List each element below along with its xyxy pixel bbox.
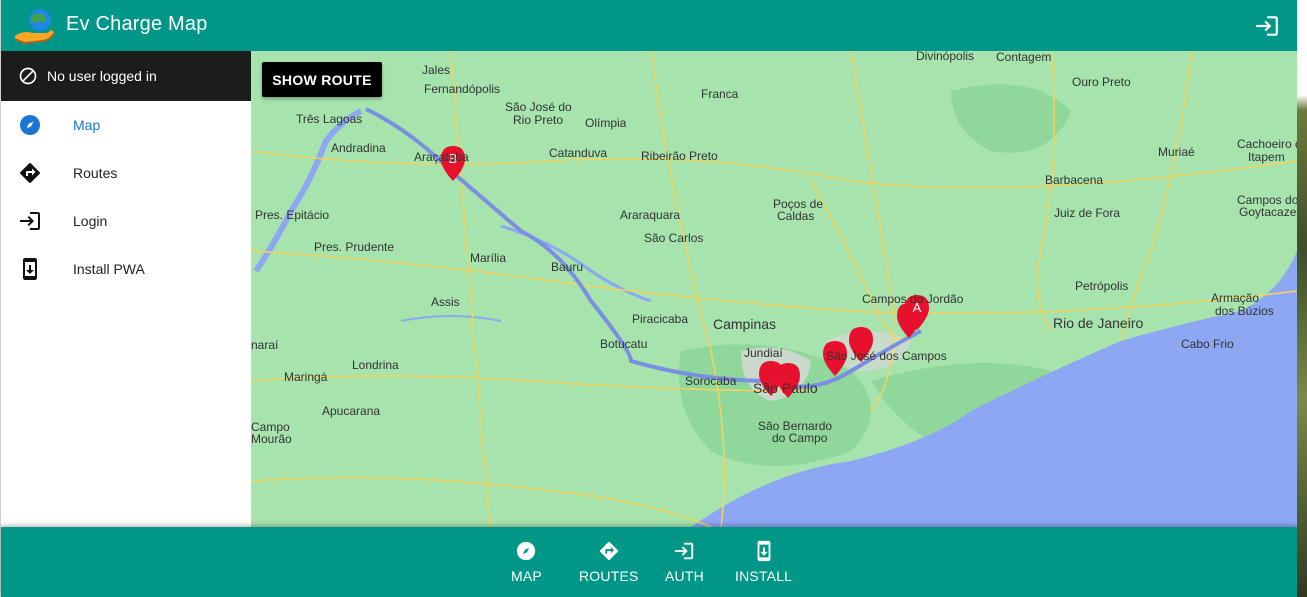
bottom-nav-label: INSTALL bbox=[735, 568, 793, 584]
city-label: Campos do Jordão bbox=[862, 292, 964, 306]
app-window: Ev Charge Map No user logged in Map Rout… bbox=[0, 0, 1297, 597]
bottom-nav: MAP ROUTES AUTH INSTALL bbox=[1, 527, 1297, 597]
city-label: Mourão bbox=[251, 432, 292, 446]
city-label: Apucarana bbox=[322, 404, 380, 418]
app-title: Ev Charge Map bbox=[66, 13, 208, 35]
city-label: Barbacena bbox=[1045, 173, 1103, 187]
bottom-nav-auth[interactable]: AUTH bbox=[665, 540, 704, 584]
sidebar-item-routes[interactable]: Routes bbox=[1, 149, 251, 197]
city-label: Ouro Preto bbox=[1072, 75, 1131, 89]
compass-icon bbox=[517, 541, 536, 561]
city-label: Assis bbox=[431, 295, 460, 309]
city-label: Catanduva bbox=[549, 146, 607, 160]
city-label: Armação bbox=[1211, 291, 1259, 305]
city-label: Itapem bbox=[1248, 150, 1285, 164]
city-label: Botucatu bbox=[600, 337, 647, 351]
city-label: Cachoeiro de bbox=[1237, 137, 1297, 151]
sidebar: No user logged in Map Routes Login Insta… bbox=[1, 51, 251, 527]
city-label: Piracicaba bbox=[632, 312, 688, 326]
background-window-edge bbox=[1297, 0, 1307, 597]
city-label: Fernandópolis bbox=[424, 82, 500, 96]
block-icon bbox=[19, 67, 37, 85]
city-label: São José dos Campos bbox=[826, 349, 947, 363]
sidebar-item-login[interactable]: Login bbox=[1, 197, 251, 245]
compass-icon bbox=[20, 115, 40, 135]
login-icon bbox=[675, 542, 694, 560]
user-status-text: No user logged in bbox=[47, 68, 157, 84]
bottom-nav-label: AUTH bbox=[665, 568, 704, 584]
sidebar-item-label: Map bbox=[73, 117, 101, 133]
sidebar-item-map[interactable]: Map bbox=[1, 101, 251, 149]
map-canvas[interactable]: B A Divinópolis Contagem Jales Fernandóp… bbox=[251, 51, 1297, 527]
bottom-nav-map[interactable]: MAP bbox=[511, 540, 542, 584]
directions-icon bbox=[599, 541, 618, 561]
sidebar-item-label: Install PWA bbox=[73, 261, 145, 277]
city-label: Rio Preto bbox=[513, 113, 563, 127]
city-label: do Campo bbox=[772, 431, 828, 445]
city-label: Bauru bbox=[551, 260, 583, 274]
city-label: Goytacaze bbox=[1239, 205, 1297, 219]
show-route-button[interactable]: SHOW ROUTE bbox=[262, 62, 382, 97]
city-label: Pres. Prudente bbox=[314, 240, 394, 254]
city-label: São Carlos bbox=[644, 231, 703, 245]
city-label: Araraquara bbox=[620, 208, 680, 222]
top-app-bar: Ev Charge Map bbox=[1, 0, 1297, 51]
bottom-nav-label: ROUTES bbox=[579, 568, 639, 584]
city-label: Divinópolis bbox=[916, 51, 974, 63]
city-label: Contagem bbox=[996, 51, 1051, 64]
city-label: São Paulo bbox=[753, 380, 818, 396]
city-label: Jales bbox=[422, 63, 450, 77]
sidebar-item-label: Routes bbox=[73, 165, 118, 181]
city-label: Ribeirão Preto bbox=[641, 149, 718, 163]
bottom-nav-routes[interactable]: ROUTES bbox=[579, 540, 639, 584]
bottom-nav-install[interactable]: INSTALL bbox=[735, 540, 792, 584]
install-icon bbox=[23, 258, 37, 280]
map-view[interactable]: B A Divinópolis Contagem Jales Fernandóp… bbox=[251, 51, 1297, 527]
sidebar-item-label: Login bbox=[73, 213, 108, 229]
city-label: dos Búzios bbox=[1215, 304, 1274, 318]
city-label: Três Lagoas bbox=[296, 112, 362, 126]
city-label: Pres. Epitácio bbox=[255, 208, 329, 222]
city-label: naraí bbox=[251, 338, 279, 352]
sidebar-item-install-pwa[interactable]: Install PWA bbox=[1, 245, 251, 293]
city-label: Olímpia bbox=[585, 116, 627, 130]
city-label: Marília bbox=[470, 251, 506, 265]
city-label: Franca bbox=[701, 87, 739, 101]
login-icon bbox=[20, 212, 40, 230]
city-label: Andradina bbox=[331, 141, 386, 155]
city-label: Rio de Janeiro bbox=[1053, 315, 1143, 331]
directions-icon bbox=[19, 162, 41, 184]
city-label: Caldas bbox=[777, 209, 814, 223]
city-label: Araçatuba bbox=[414, 150, 469, 164]
city-label: Juiz de Fora bbox=[1054, 206, 1120, 220]
city-label: São José do bbox=[505, 100, 572, 114]
user-status: No user logged in bbox=[1, 51, 251, 101]
city-label: Petrópolis bbox=[1075, 279, 1128, 293]
city-label: Sorocaba bbox=[685, 374, 737, 388]
city-label: Maringá bbox=[284, 370, 328, 384]
city-label: Cabo Frio bbox=[1181, 337, 1234, 351]
city-label: Campinas bbox=[713, 316, 776, 332]
city-label: Londrina bbox=[352, 358, 399, 372]
city-label: Jundiaí bbox=[744, 346, 783, 360]
city-label: Muriaé bbox=[1158, 145, 1195, 159]
logo-icon bbox=[14, 9, 55, 44]
install-icon bbox=[757, 540, 770, 562]
bottom-nav-label: MAP bbox=[511, 568, 542, 584]
login-icon[interactable] bbox=[1254, 13, 1280, 39]
